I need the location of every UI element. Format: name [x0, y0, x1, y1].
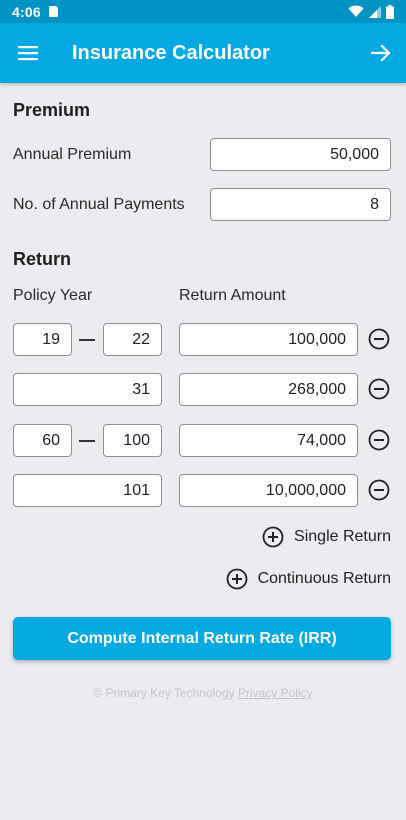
- hamburger-icon[interactable]: [0, 23, 56, 83]
- status-bar: 4:06: [0, 0, 406, 23]
- year-from-input[interactable]: 19: [13, 323, 72, 356]
- return-amount-input[interactable]: 268,000: [179, 373, 358, 406]
- year-from-input[interactable]: 60: [13, 424, 72, 457]
- policy-year-header: Policy Year: [13, 287, 93, 304]
- annual-premium-input[interactable]: 50,000: [210, 138, 391, 171]
- app-bar: Insurance Calculator: [0, 23, 406, 83]
- add-continuous-return-button[interactable]: Continuous Return: [226, 568, 391, 590]
- year-input[interactable]: 101: [13, 474, 162, 507]
- year-to-input[interactable]: 22: [103, 323, 162, 356]
- signal-icon: [369, 5, 381, 18]
- footer: © Primary Key Technology Privacy Policy: [0, 686, 406, 700]
- add-circle-icon: [226, 568, 247, 590]
- return-amount-input[interactable]: 10,000,000: [179, 474, 358, 507]
- premium-heading: Premium: [13, 100, 91, 120]
- wifi-icon: [348, 5, 364, 17]
- privacy-policy-link[interactable]: Privacy Policy: [238, 686, 313, 700]
- status-time: 4:06: [12, 3, 41, 20]
- remove-circle-icon[interactable]: [368, 378, 390, 400]
- continuous-return-label: Continuous Return: [257, 570, 391, 587]
- return-heading: Return: [13, 249, 71, 269]
- compute-irr-button[interactable]: Compute Internal Return Rate (IRR): [13, 617, 391, 660]
- year-to-input[interactable]: 100: [103, 424, 162, 457]
- range-dash: [79, 339, 95, 341]
- annual-payments-label: No. of Annual Payments: [13, 196, 185, 213]
- remove-circle-icon[interactable]: [368, 429, 390, 451]
- annual-premium-label: Annual Premium: [13, 146, 132, 163]
- copyright-text: © Primary Key Technology: [93, 686, 235, 700]
- app-title: Insurance Calculator: [72, 41, 270, 64]
- single-return-label: Single Return: [294, 528, 391, 545]
- battery-icon: [386, 4, 394, 19]
- sd-card-icon: [48, 6, 58, 17]
- return-amount-input[interactable]: 100,000: [179, 323, 358, 356]
- annual-payments-input[interactable]: 8: [210, 188, 391, 221]
- remove-circle-icon[interactable]: [368, 328, 390, 350]
- range-dash: [79, 440, 95, 442]
- return-amount-input[interactable]: 74,000: [179, 424, 358, 457]
- add-circle-icon: [262, 526, 284, 548]
- return-amount-header: Return Amount: [179, 287, 286, 304]
- year-input[interactable]: 31: [13, 373, 162, 406]
- add-single-return-button[interactable]: Single Return: [262, 526, 391, 548]
- arrow-right-icon[interactable]: [356, 23, 406, 83]
- remove-circle-icon[interactable]: [368, 479, 390, 501]
